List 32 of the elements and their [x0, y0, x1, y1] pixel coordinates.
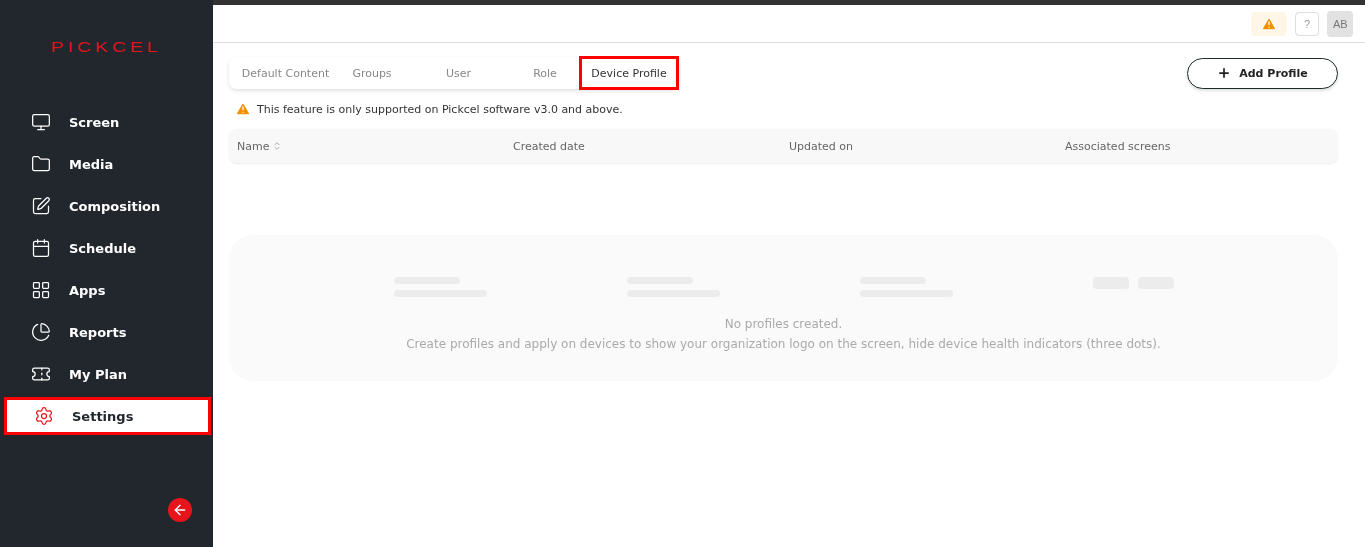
warning-button[interactable]: [1251, 11, 1287, 36]
notice-text: This feature is only supported on Pickcel software v3.0 and above.: [257, 102, 623, 116]
pie-chart-icon: [31, 322, 51, 342]
nav-item[interactable]: Composition: [0, 187, 211, 225]
logo: PICKCEL: [50, 38, 163, 55]
column-header: Created date: [513, 139, 585, 153]
column-header: Updated on: [789, 139, 854, 153]
column-header: Associated screens: [1065, 139, 1171, 153]
calendar-icon: [31, 238, 51, 258]
plus-icon: [1217, 66, 1232, 80]
folder-icon: [31, 154, 51, 174]
column-header[interactable]: Name: [237, 139, 270, 153]
nav-item[interactable]: Reports: [0, 313, 211, 351]
monitor-icon: [31, 112, 51, 132]
warning-icon: [235, 101, 251, 117]
tab[interactable]: Device Profile: [579, 56, 679, 90]
add-profile-button[interactable]: Add Profile: [1187, 57, 1338, 89]
collapse-button[interactable]: [168, 498, 192, 522]
gear-icon: [34, 406, 54, 426]
sort-icon[interactable]: [272, 141, 283, 151]
nav-item[interactable]: Apps: [0, 271, 211, 309]
grid-icon: [31, 280, 51, 300]
warning-icon: [1261, 15, 1277, 32]
nav-item[interactable]: Settings: [4, 397, 211, 435]
empty-message: Create profiles and apply on devices to show your organization logo on the screen, hide device health indicators (three dots).: [406, 337, 1161, 351]
nav-item[interactable]: Schedule: [0, 229, 211, 267]
nav-item[interactable]: Media: [0, 145, 211, 183]
empty-title: No profiles created.: [724, 317, 843, 331]
edit-icon: [31, 196, 51, 216]
nav-item[interactable]: My Plan: [0, 355, 211, 393]
avatar-button[interactable]: AB: [1327, 10, 1353, 37]
nav-item[interactable]: Screen: [0, 103, 211, 141]
